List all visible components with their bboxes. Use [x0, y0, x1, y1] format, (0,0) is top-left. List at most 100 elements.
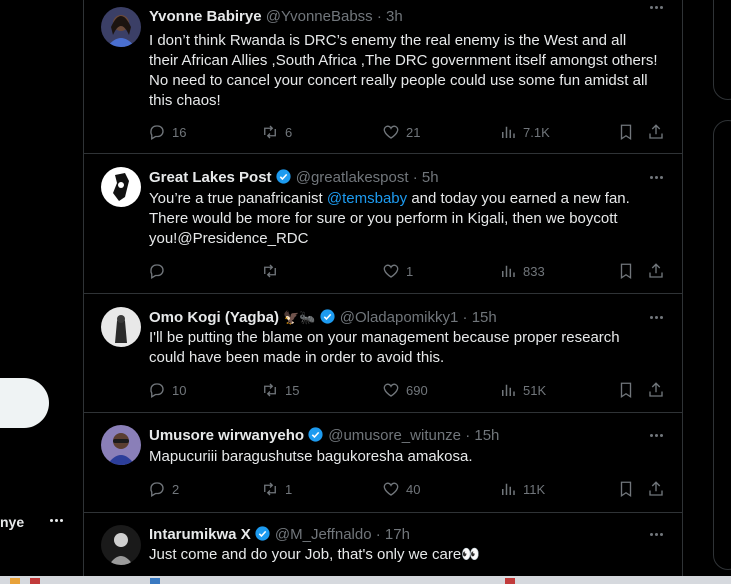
- views-count: 7.1K: [523, 124, 550, 140]
- retweet-count: 1: [285, 481, 293, 497]
- reply-icon: [150, 125, 164, 140]
- share-button[interactable]: [647, 261, 665, 281]
- tweet[interactable]: Yvonne Babirye @YvonneBabss · 3h I don’t…: [84, 0, 683, 154]
- author-name[interactable]: Yvonne Babirye: [149, 8, 262, 25]
- account-name[interactable]: nye: [0, 514, 24, 530]
- reply-icon: [150, 383, 164, 398]
- tweet-time[interactable]: 15h: [474, 427, 499, 444]
- share-button[interactable]: [647, 122, 665, 142]
- like-count: 1: [406, 263, 414, 279]
- author-handle[interactable]: @umusore_witunze: [328, 427, 461, 444]
- retweet-icon: [264, 383, 276, 397]
- tweet-text: I don’t think Rwanda is DRC’s enemy the …: [149, 32, 658, 109]
- bookmark-icon: [620, 263, 632, 280]
- tweet[interactable]: Great Lakes Post @greatlakespost · 5h Yo…: [84, 154, 683, 294]
- tweet-time[interactable]: 17h: [385, 526, 410, 543]
- app-icon[interactable]: [150, 578, 160, 584]
- tweet-text: Just come and do your Job, that's only w…: [149, 546, 480, 563]
- views-icon: [502, 126, 515, 138]
- tweet[interactable]: Intarumikwa X @M_Jeffnaldo · 17h Just co…: [84, 513, 683, 584]
- like-button[interactable]: 21: [382, 122, 420, 142]
- avatar[interactable]: [101, 525, 141, 565]
- more-icon[interactable]: [650, 6, 665, 24]
- reply-button[interactable]: 2: [148, 479, 179, 499]
- taskbar: [0, 576, 731, 584]
- tweet-time[interactable]: 5h: [422, 169, 439, 186]
- author-name[interactable]: Great Lakes Post: [149, 169, 272, 186]
- like-count: 40: [406, 481, 421, 497]
- tweet-time[interactable]: 15h: [472, 309, 497, 326]
- views-count: 51K: [523, 382, 547, 398]
- views-button[interactable]: 7.1K: [499, 122, 550, 142]
- tweet[interactable]: Umusore wirwanyeho @umusore_witunze · 15…: [84, 413, 683, 513]
- name-emoji: 🦅🐜: [283, 310, 316, 325]
- avatar[interactable]: [101, 425, 141, 465]
- retweet-button[interactable]: 6: [261, 122, 292, 142]
- reply-count: 10: [172, 382, 187, 398]
- tweet-text: I'll be putting the blame on your manage…: [149, 329, 620, 366]
- mention-link[interactable]: @temsbaby: [327, 190, 407, 207]
- like-count: 690: [406, 382, 428, 398]
- reply-button[interactable]: 10: [148, 380, 186, 400]
- retweet-button[interactable]: 15: [261, 380, 299, 400]
- views-icon: [502, 265, 515, 277]
- app-icon[interactable]: [10, 578, 20, 584]
- bookmark-button[interactable]: [617, 479, 635, 499]
- author-handle[interactable]: @YvonneBabss: [266, 8, 373, 25]
- author-handle[interactable]: @Oladapomikky1: [340, 309, 459, 326]
- tweet-actions: 1 833: [148, 261, 668, 281]
- like-button[interactable]: 1: [382, 261, 413, 281]
- views-button[interactable]: 11K: [499, 479, 545, 499]
- share-icon: [649, 481, 663, 496]
- heart-icon: [383, 264, 399, 278]
- tweet-header: Omo Kogi (Yagba) 🦅🐜 @Oladapomikky1 · 15h: [149, 309, 497, 326]
- views-button[interactable]: 833: [499, 261, 545, 281]
- share-button[interactable]: [647, 479, 665, 499]
- retweet-count: 15: [285, 382, 300, 398]
- retweet-icon: [264, 264, 276, 278]
- reply-button[interactable]: [148, 261, 172, 281]
- author-name[interactable]: Intarumikwa X: [149, 526, 251, 543]
- post-button[interactable]: [0, 378, 49, 428]
- like-button[interactable]: 40: [382, 479, 420, 499]
- retweet-icon: [264, 125, 276, 139]
- share-icon: [649, 124, 663, 139]
- bookmark-button[interactable]: [617, 380, 635, 400]
- share-icon: [649, 263, 663, 278]
- tweet-time[interactable]: 3h: [386, 8, 403, 25]
- author-handle[interactable]: @greatlakespost: [296, 169, 409, 186]
- bookmark-button[interactable]: [617, 122, 635, 142]
- retweet-button[interactable]: 1: [261, 479, 292, 499]
- reply-count: 2: [172, 481, 180, 497]
- like-button[interactable]: 690: [382, 380, 428, 400]
- views-icon: [502, 483, 515, 495]
- retweet-count: 6: [285, 124, 293, 140]
- bookmark-button[interactable]: [617, 261, 635, 281]
- verified-badge-icon: [319, 309, 335, 324]
- tweet-text: You’re a true panafricanist @temsbaby an…: [149, 190, 630, 247]
- share-icon: [649, 382, 663, 397]
- app-icon[interactable]: [30, 578, 40, 584]
- avatar[interactable]: [101, 167, 141, 207]
- author-name[interactable]: Umusore wirwanyeho: [149, 427, 304, 444]
- timeline: Yvonne Babirye @YvonneBabss · 3h I don’t…: [83, 0, 683, 584]
- tweet-actions: 2 1 40 11K: [148, 479, 668, 499]
- tweet-header: Intarumikwa X @M_Jeffnaldo · 17h: [149, 526, 410, 543]
- right-sidebar-widget: [713, 0, 731, 100]
- account-more-icon[interactable]: [50, 519, 66, 523]
- views-button[interactable]: 51K: [499, 380, 546, 400]
- author-name[interactable]: Omo Kogi (Yagba): [149, 309, 279, 326]
- tweet-header: Umusore wirwanyeho @umusore_witunze · 15…: [149, 427, 500, 444]
- app-icon[interactable]: [505, 578, 515, 584]
- views-count: 11K: [523, 481, 546, 497]
- verified-badge-icon: [308, 427, 323, 442]
- author-handle[interactable]: @M_Jeffnaldo: [275, 526, 372, 543]
- avatar[interactable]: [101, 7, 141, 47]
- bookmark-icon: [620, 481, 632, 498]
- retweet-button[interactable]: [261, 261, 285, 281]
- avatar[interactable]: [101, 307, 141, 347]
- reply-button[interactable]: 16: [148, 122, 186, 142]
- share-button[interactable]: [647, 380, 665, 400]
- tweet[interactable]: Omo Kogi (Yagba) 🦅🐜 @Oladapomikky1 · 15h…: [84, 294, 683, 413]
- heart-icon: [383, 383, 399, 397]
